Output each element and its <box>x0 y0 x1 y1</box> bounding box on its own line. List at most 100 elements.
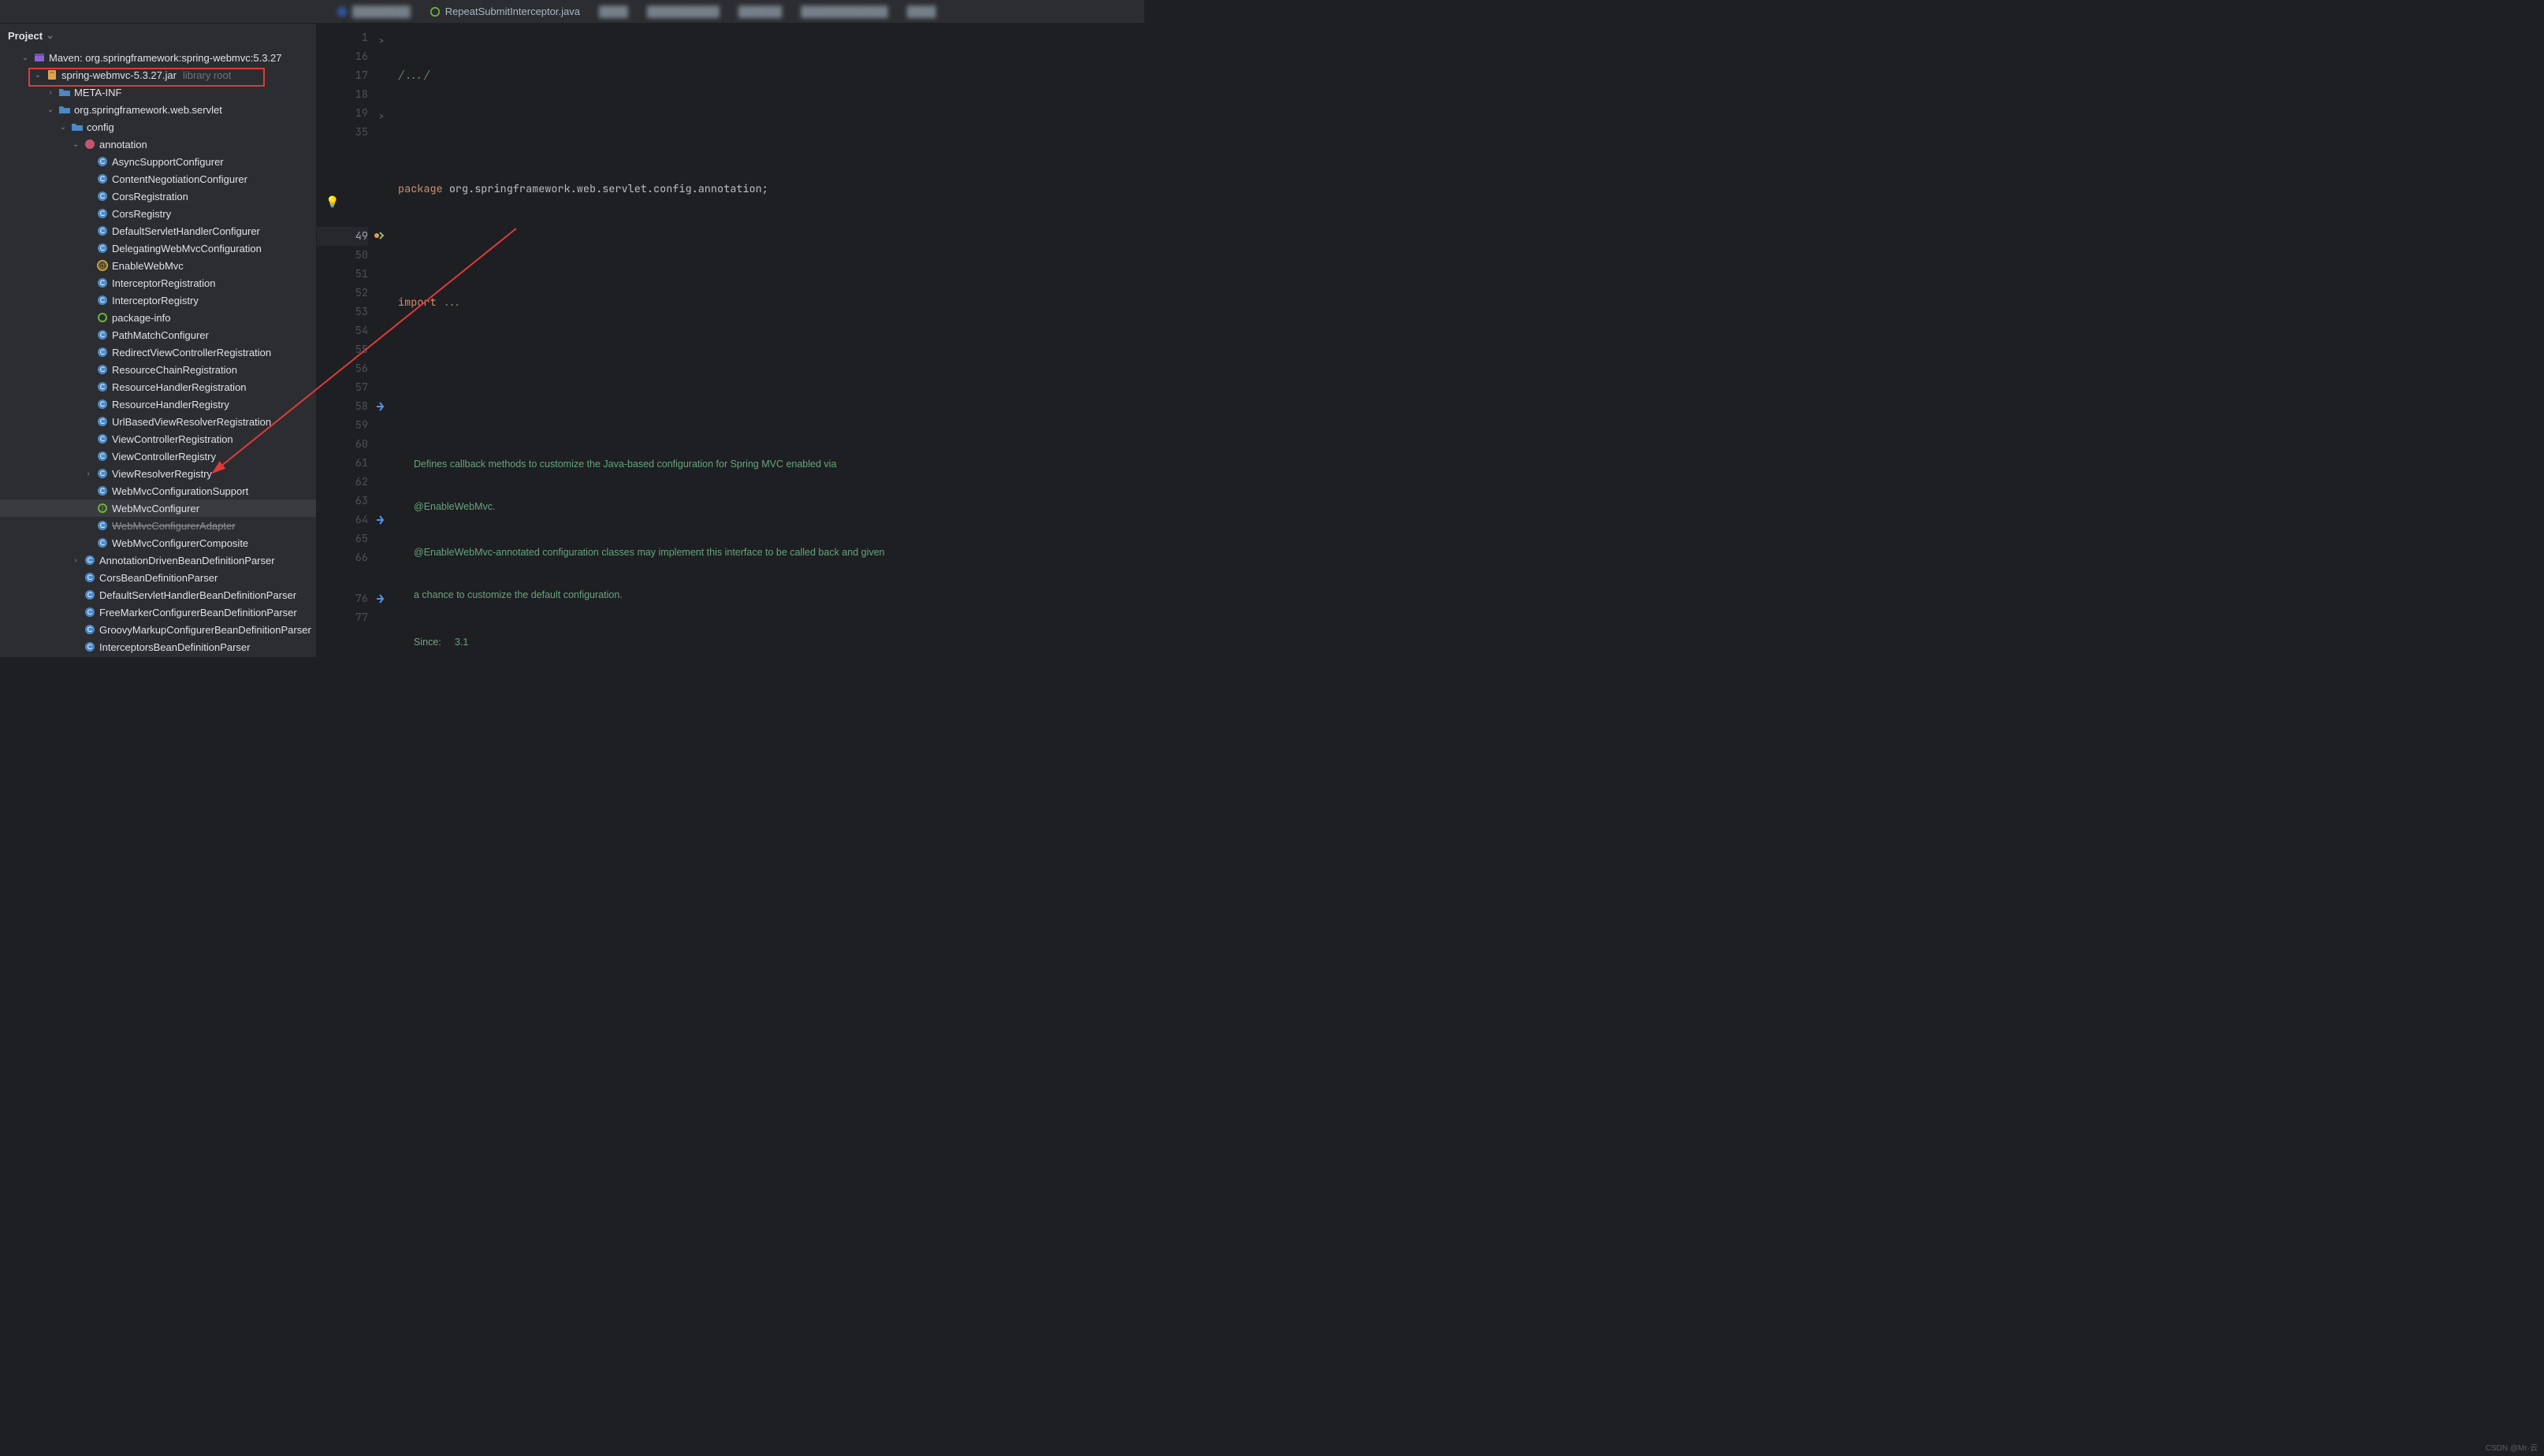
svg-text:C: C <box>100 244 106 252</box>
class-icon: C <box>96 415 109 428</box>
tree-item[interactable]: C ResourceHandlerRegistry <box>0 396 316 413</box>
tree-item-suffix: library root <box>183 69 231 81</box>
class-icon: C <box>96 537 109 549</box>
expand-arrow-icon[interactable]: › <box>84 470 93 478</box>
tree-item[interactable]: IWebMvcConfigurer <box>0 500 316 517</box>
tree-item-label: UrlBasedViewResolverRegistration <box>112 416 271 428</box>
tree-item[interactable]: ›CAnnotationDrivenBeanDefinitionParser <box>0 552 316 569</box>
tree-item[interactable]: CResourceHandlerRegistration <box>0 378 316 396</box>
class-icon: C <box>96 398 109 410</box>
code-area[interactable]: /.../ package org.springframework.web.se… <box>392 24 1144 657</box>
jar-icon <box>46 69 58 81</box>
tree-item[interactable]: ⌄spring-webmvc-5.3.27.jarlibrary root <box>0 66 316 84</box>
tree-item[interactable]: CDefaultServletHandlerBeanDefinitionPars… <box>0 586 316 604</box>
override-gutter-icon[interactable] <box>374 592 385 611</box>
tree-item[interactable]: ›META-INF <box>0 84 316 101</box>
tree-item[interactable]: CGroovyMarkupConfigurerBeanDefinitionPar… <box>0 621 316 638</box>
tree-item-label: CorsRegistration <box>112 191 188 202</box>
svg-text:C: C <box>100 210 106 217</box>
svg-text:C: C <box>87 556 93 564</box>
tree-item-label: InterceptorRegistry <box>112 295 199 306</box>
tree-item[interactable]: CFreeMarkerConfigurerBeanDefinitionParse… <box>0 604 316 621</box>
tree-item[interactable]: CInterceptorRegistry <box>0 292 316 309</box>
intention-bulb-icon[interactable]: 💡 <box>325 195 339 209</box>
tree-item-label: DefaultServletHandlerBeanDefinitionParse… <box>99 589 296 601</box>
tree-item[interactable]: CPathMatchConfigurer <box>0 326 316 344</box>
tree-item[interactable]: package-info <box>0 309 316 326</box>
class-icon: C <box>96 207 109 220</box>
tree-item[interactable]: C UrlBasedViewResolverRegistration <box>0 413 316 430</box>
class-icon: C <box>96 225 109 237</box>
editor-tab-blurred[interactable]: ████████ <box>327 0 420 23</box>
tree-item[interactable]: CWebMvcConfigurerComposite <box>0 534 316 552</box>
expand-arrow-icon[interactable]: › <box>46 88 55 97</box>
project-tree[interactable]: ⌄Maven: org.springframework:spring-webmv… <box>0 47 316 657</box>
implementers-gutter-icon[interactable] <box>373 229 385 248</box>
class-icon: C <box>84 554 96 566</box>
editor-tab-blurred[interactable]: ████ <box>898 0 946 23</box>
java-icon <box>96 311 109 324</box>
tree-item-label: ResourceHandlerRegistry <box>112 399 229 410</box>
tree-item[interactable]: CViewControllerRegistration <box>0 430 316 448</box>
editor-tab-blurred[interactable]: ████████████ <box>791 0 898 23</box>
project-tool-header[interactable]: Project ⌄ <box>0 24 316 47</box>
editor-tab-blurred[interactable]: ██████ <box>729 0 791 23</box>
expand-arrow-icon[interactable]: › <box>71 556 80 565</box>
class-icon: C <box>84 589 96 601</box>
fold-icon[interactable]: > <box>379 107 384 126</box>
tree-item-label: EnableWebMvc <box>112 260 184 272</box>
class-icon: C <box>96 381 109 393</box>
expand-arrow-icon[interactable]: ⌄ <box>46 106 55 114</box>
tree-item[interactable]: CInterceptorRegistration <box>0 274 316 292</box>
svg-text:@: @ <box>99 262 106 269</box>
tree-item[interactable]: @ EnableWebMvc <box>0 257 316 274</box>
tree-item[interactable]: ⌄Maven: org.springframework:spring-webmv… <box>0 49 316 66</box>
tree-item[interactable]: ⌄org.springframework.web.servlet <box>0 101 316 118</box>
tree-item[interactable]: CDefaultServletHandlerConfigurer <box>0 222 316 240</box>
tree-item-label: CorsRegistry <box>112 208 171 220</box>
tree-item[interactable]: CRedirectViewControllerRegistration <box>0 344 316 361</box>
tree-item[interactable]: CCorsBeanDefinitionParser <box>0 569 316 586</box>
svg-text:C: C <box>100 418 106 425</box>
class-icon: C <box>84 623 96 636</box>
class-icon: C <box>96 519 109 532</box>
anno-icon: @ <box>96 259 109 272</box>
expand-arrow-icon[interactable]: ⌄ <box>58 123 68 132</box>
tree-item[interactable]: CInterceptorsBeanDefinitionParser <box>0 638 316 656</box>
tree-item[interactable]: ⌄annotation <box>0 136 316 153</box>
editor-tab-blurred[interactable]: ████ <box>590 0 638 23</box>
svg-text:C: C <box>100 400 106 408</box>
tree-item[interactable]: CMvcNamespaceHandler <box>0 656 316 657</box>
code-editor[interactable]: 1> 16 17 18 19> 35 49 50 51 52 53 54 55 … <box>317 24 1144 657</box>
tree-item[interactable]: C CorsRegistration <box>0 188 316 205</box>
override-gutter-icon[interactable] <box>374 513 385 532</box>
editor-tab-blurred[interactable]: ██████████ <box>638 0 729 23</box>
tree-item[interactable]: CDelegatingWebMvcConfiguration <box>0 240 316 257</box>
class-icon: C <box>96 190 109 202</box>
svg-text:C: C <box>100 192 106 200</box>
fold-icon[interactable]: > <box>379 32 384 50</box>
class-icon: C <box>96 294 109 306</box>
tree-item[interactable]: ›CViewResolverRegistry <box>0 465 316 482</box>
svg-text:C: C <box>87 626 93 633</box>
override-gutter-icon[interactable] <box>374 399 385 418</box>
tree-item[interactable]: CResourceChainRegistration <box>0 361 316 378</box>
project-sidebar: Project ⌄ ⌄Maven: org.springframework:sp… <box>0 24 317 657</box>
expand-arrow-icon[interactable]: ⌄ <box>20 54 30 62</box>
folder-icon <box>71 121 84 133</box>
tree-item[interactable]: CContentNegotiationConfigurer <box>0 170 316 188</box>
tree-item[interactable]: CAsyncSupportConfigurer <box>0 153 316 170</box>
tree-item-label: FreeMarkerConfigurerBeanDefinitionParser <box>99 607 297 618</box>
editor-tab-active[interactable]: RepeatSubmitInterceptor.java <box>420 0 590 23</box>
expand-arrow-icon[interactable]: ⌄ <box>71 140 80 149</box>
svg-text:C: C <box>100 383 106 391</box>
tree-item[interactable]: C CorsRegistry <box>0 205 316 222</box>
expand-arrow-icon[interactable]: ⌄ <box>33 71 43 80</box>
class-icon: C <box>84 606 96 618</box>
tree-item[interactable]: CWebMvcConfigurationSupport <box>0 482 316 500</box>
tree-item-label: package-info <box>112 312 170 324</box>
tree-item-label: RedirectViewControllerRegistration <box>112 347 271 358</box>
tree-item[interactable]: CViewControllerRegistry <box>0 448 316 465</box>
tree-item[interactable]: CWebMvcConfigurerAdapter <box>0 517 316 534</box>
tree-item[interactable]: ⌄config <box>0 118 316 136</box>
